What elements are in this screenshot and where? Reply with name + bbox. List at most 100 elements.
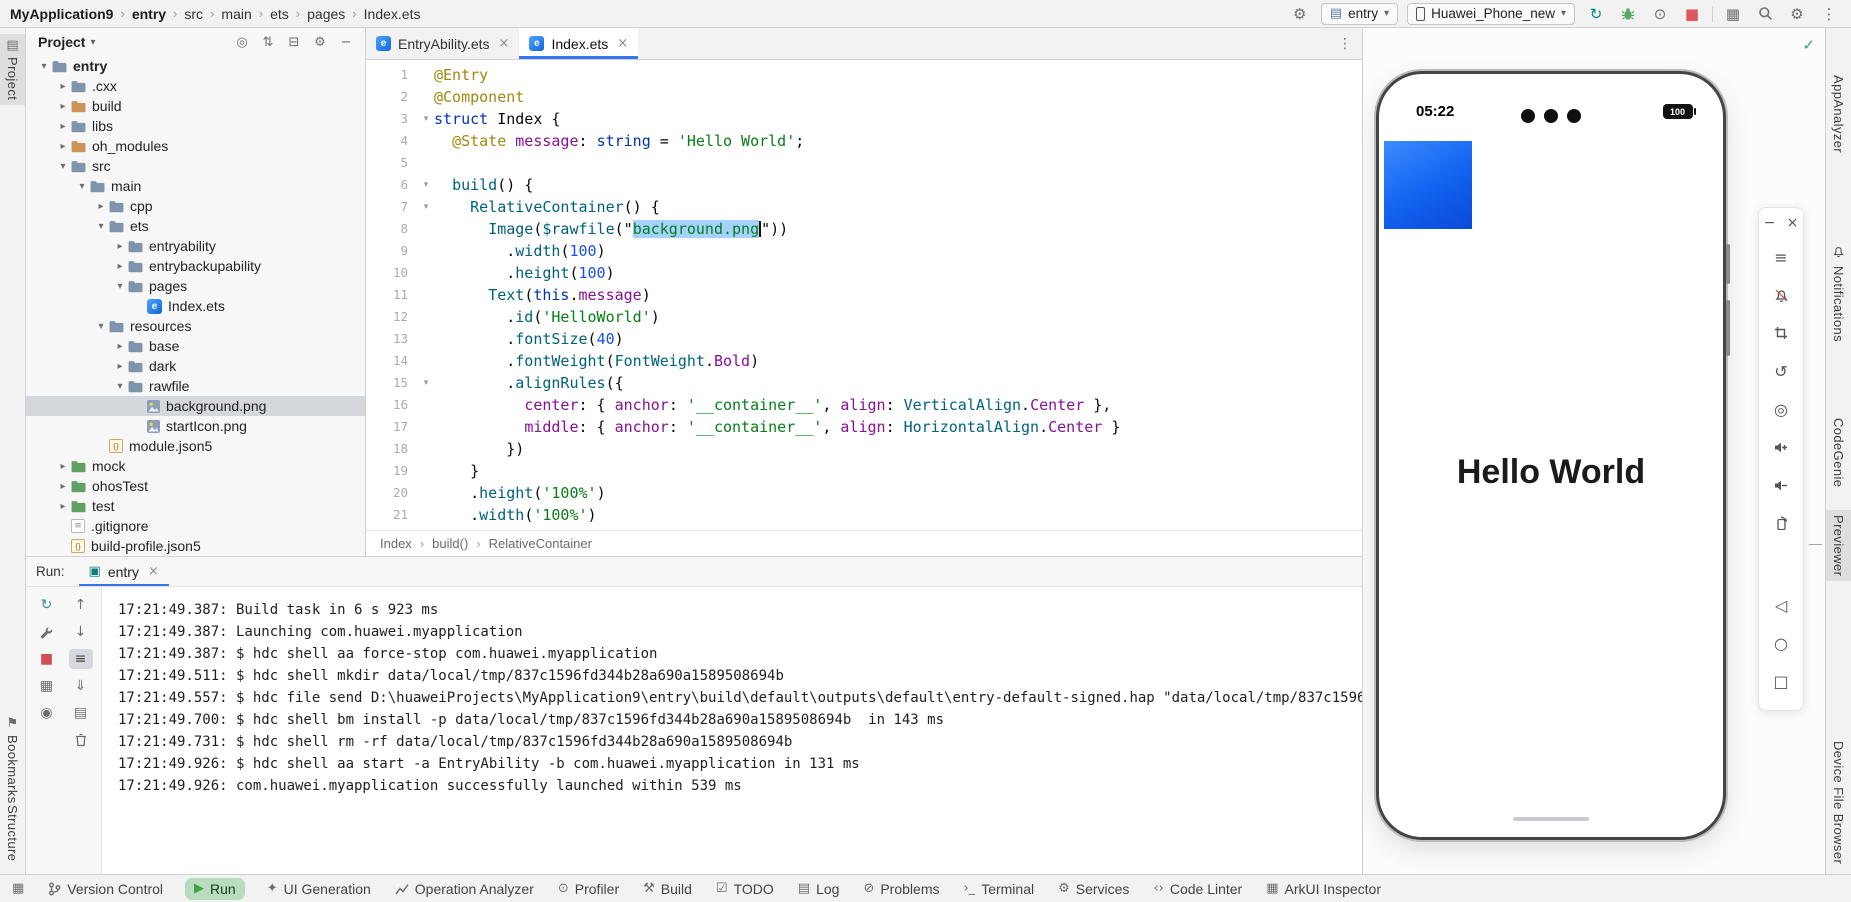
home-icon[interactable]: ○	[1762, 624, 1800, 662]
close-previewer-icon[interactable]: ×	[1786, 214, 1800, 232]
stop-icon[interactable]: ■	[1680, 3, 1704, 25]
tree-item-entrybackupability[interactable]: ▸entrybackupability	[26, 256, 365, 276]
code-line[interactable]: 13 .fontSize(40)	[366, 328, 1362, 350]
editor-breadcrumb-item[interactable]: RelativeContainer	[489, 536, 592, 551]
breadcrumb-item[interactable]: entry	[132, 6, 166, 22]
breadcrumb-item[interactable]: pages	[307, 6, 345, 22]
chevron-closed-icon[interactable]: ▸	[93, 201, 109, 212]
project-panel-title[interactable]: Project	[38, 34, 85, 50]
chevron-closed-icon[interactable]: ▸	[112, 241, 128, 252]
screenshot-icon[interactable]	[1762, 314, 1800, 352]
tree-item-Index.ets[interactable]: eIndex.ets	[26, 296, 365, 316]
chevron-closed-icon[interactable]: ▸	[112, 341, 128, 352]
statusbar-operation-analyzer[interactable]: Operation Analyzer	[393, 878, 536, 900]
phone-screen[interactable]: 05:22 100 Hello World	[1382, 77, 1720, 834]
device-select[interactable]: Huawei_Phone_new ▾	[1407, 3, 1575, 25]
tree-item-entry[interactable]: ▾entry	[26, 56, 365, 76]
tool-window-switcher-icon[interactable]: ▦	[12, 881, 24, 896]
chevron-closed-icon[interactable]: ▸	[55, 501, 71, 512]
code-line[interactable]: 11 Text(this.message)	[366, 284, 1362, 306]
tree-item-build-profile.json5[interactable]: {}build-profile.json5	[26, 536, 365, 556]
stripe-notifications[interactable]: Notifications	[1826, 240, 1851, 347]
more-icon[interactable]: ⋮	[1817, 3, 1841, 25]
stripe-bookmarks[interactable]: ⚑ Bookmarks	[0, 712, 25, 809]
statusbar-profiler[interactable]: ⊙Profiler	[556, 878, 621, 900]
ide-settings-icon[interactable]: ⚙	[1288, 3, 1312, 25]
rerun-icon[interactable]: ↻	[35, 595, 59, 615]
code-line[interactable]: 5	[366, 152, 1362, 174]
tree-item-pages[interactable]: ▾pages	[26, 276, 365, 296]
tab-index[interactable]: e Index.ets ×	[519, 28, 638, 59]
code-line[interactable]: 12 .id('HelloWorld')	[366, 306, 1362, 328]
breadcrumb-item[interactable]: MyApplication9	[10, 6, 113, 22]
code-line[interactable]: 15▾ .alignRules({	[366, 372, 1362, 394]
fold-icon[interactable]: ▾	[418, 174, 434, 196]
statusbar-build[interactable]: ⚒Build	[641, 878, 694, 900]
code-line[interactable]: 2@Component	[366, 86, 1362, 108]
statusbar-arkui-inspector[interactable]: ▦ArkUI Inspector	[1264, 878, 1383, 900]
code-line[interactable]: 4 @State message: string = 'Hello World'…	[366, 130, 1362, 152]
run-config-select[interactable]: ▤ entry ▾	[1321, 3, 1398, 25]
chevron-closed-icon[interactable]: ▸	[55, 141, 71, 152]
breadcrumb-item[interactable]: Index.ets	[364, 6, 421, 22]
location-icon[interactable]: ◎	[1762, 390, 1800, 428]
tree-item-background.png[interactable]: background.png	[26, 396, 365, 416]
breadcrumb-item[interactable]: ets	[270, 6, 289, 22]
chevron-closed-icon[interactable]: ▸	[112, 361, 128, 372]
tab-entryability[interactable]: e EntryAbility.ets ×	[366, 28, 519, 59]
restart-app-icon[interactable]: ↻	[1584, 3, 1608, 25]
code-line[interactable]: 17 middle: { anchor: '__container__', al…	[366, 416, 1362, 438]
menu-icon[interactable]: ≡	[1762, 238, 1800, 276]
collapse-all-icon[interactable]: ⊟	[283, 31, 305, 53]
tree-item-oh_modules[interactable]: ▸oh_modules	[26, 136, 365, 156]
fold-icon[interactable]: ▾	[418, 372, 434, 394]
statusbar-problems[interactable]: ⊘Problems	[861, 878, 941, 900]
statusbar-run[interactable]: ▶Run	[185, 878, 245, 900]
chevron-open-icon[interactable]: ▾	[36, 61, 52, 72]
tree-item-base[interactable]: ▸base	[26, 336, 365, 356]
statusbar-log[interactable]: ▤Log	[796, 878, 842, 900]
chevron-closed-icon[interactable]: ▸	[55, 121, 71, 132]
tree-item-libs[interactable]: ▸libs	[26, 116, 365, 136]
restore-icon[interactable]: ↺	[1762, 352, 1800, 390]
tree-item-rawfile[interactable]: ▾rawfile	[26, 376, 365, 396]
tree-item-entryability[interactable]: ▸entryability	[26, 236, 365, 256]
back-icon[interactable]: ◁	[1762, 586, 1800, 624]
chevron-closed-icon[interactable]: ▸	[112, 261, 128, 272]
chevron-closed-icon[interactable]: ▸	[55, 81, 71, 92]
editor-breadcrumb-item[interactable]: Index	[380, 536, 412, 551]
close-tab-icon[interactable]: ×	[617, 36, 628, 51]
close-tab-icon[interactable]: ×	[148, 564, 159, 579]
chevron-closed-icon[interactable]: ▸	[55, 101, 71, 112]
stripe-structure[interactable]: Structure	[0, 800, 25, 866]
tree-item-build[interactable]: ▸build	[26, 96, 365, 116]
dashboard-icon[interactable]: ▦	[35, 676, 59, 696]
chevron-open-icon[interactable]: ▾	[112, 281, 128, 292]
breadcrumb-item[interactable]: src	[184, 6, 203, 22]
stripe-project[interactable]: ▤ Project	[0, 34, 25, 105]
settings-icon[interactable]: ⚙	[1785, 3, 1809, 25]
expand-all-icon[interactable]: ⇅	[257, 31, 279, 53]
editor-breadcrumb-item[interactable]: build()	[432, 536, 468, 551]
layout-icon[interactable]: ▦	[1721, 3, 1745, 25]
scroll-to-end-icon[interactable]: ⇓	[69, 676, 93, 696]
pin-tab-icon[interactable]: ◉	[35, 703, 59, 723]
tree-item-test[interactable]: ▸test	[26, 496, 365, 516]
fold-icon[interactable]: ▾	[418, 196, 434, 218]
chevron-open-icon[interactable]: ▾	[112, 381, 128, 392]
close-tab-icon[interactable]: ×	[499, 36, 510, 51]
statusbar-terminal[interactable]: ›_Terminal	[961, 878, 1036, 900]
chevron-open-icon[interactable]: ▾	[93, 321, 109, 332]
tree-item-cpp[interactable]: ▸cpp	[26, 196, 365, 216]
code-line[interactable]: 14 .fontWeight(FontWeight.Bold)	[366, 350, 1362, 372]
statusbar-ui-generation[interactable]: ✦UI Generation	[265, 878, 373, 900]
tree-item-ets[interactable]: ▾ets	[26, 216, 365, 236]
tree-item-startIcon.png[interactable]: startIcon.png	[26, 416, 365, 436]
statusbar-todo[interactable]: ☑TODO	[714, 878, 776, 900]
code-line[interactable]: 18 })	[366, 438, 1362, 460]
chevron-open-icon[interactable]: ▾	[93, 221, 109, 232]
code-line[interactable]: 6▾ build() {	[366, 174, 1362, 196]
minimize-previewer-icon[interactable]: −	[1763, 214, 1777, 232]
next-occurrence-icon[interactable]: ↓	[69, 622, 93, 642]
stop-process-icon[interactable]: ■	[35, 649, 59, 669]
